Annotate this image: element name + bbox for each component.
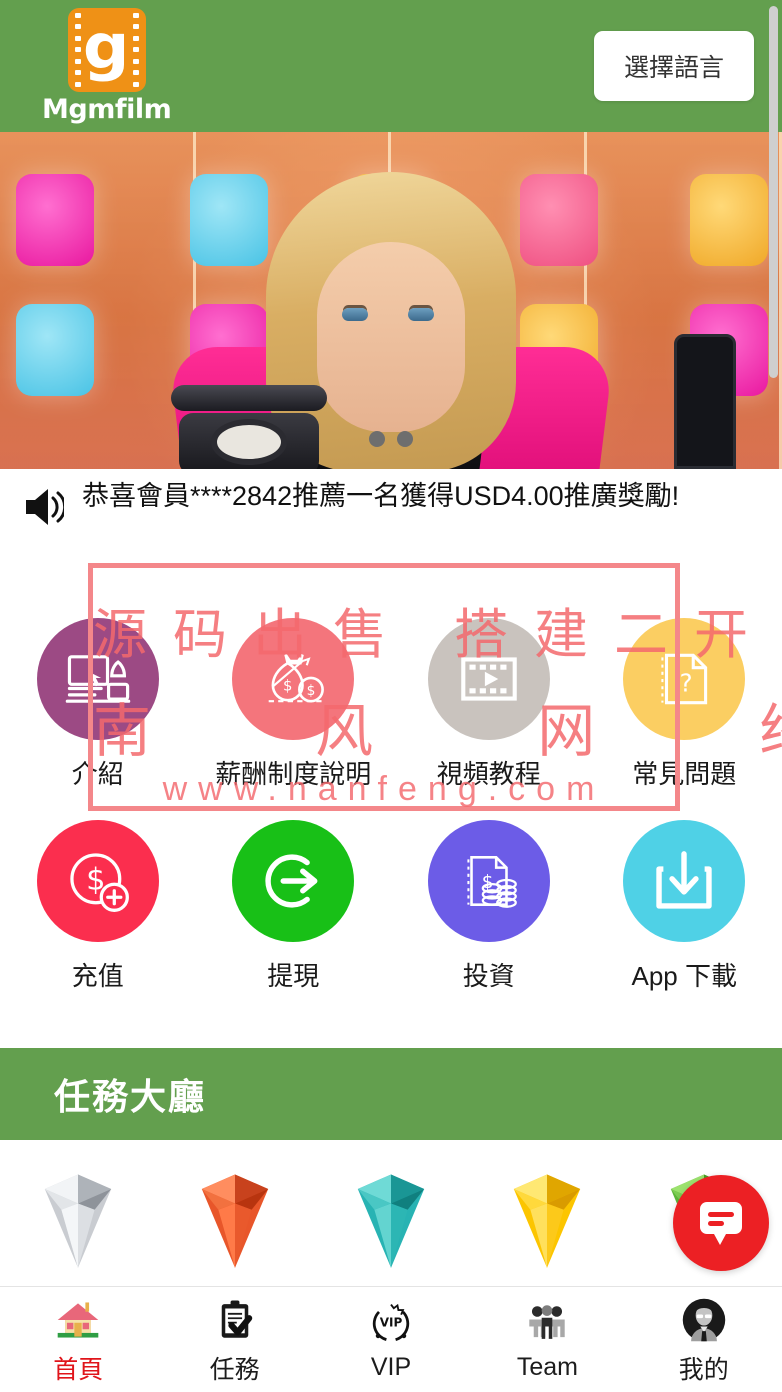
bottom-navigation: 首頁 任務 VIP VIP Team 我的 [0,1286,782,1392]
diamond-orange-item[interactable] [156,1162,312,1274]
banner-person-eye [342,308,368,321]
chat-support-button[interactable] [673,1175,769,1271]
carousel-dots[interactable] [369,431,413,447]
menu-item-faq[interactable]: ? 常見問題 [587,618,782,791]
nav-label: 任務 [209,1355,260,1384]
monitor-desk-icon [36,618,159,740]
banner-person-face [317,242,465,432]
money-bag-icon: $ $ [232,618,355,740]
task-level-diamond-row [0,1140,782,1295]
app-root: g Mgmfilm 選擇語言 恭喜會員****2842推薦一名獲得USD4.00… [0,0,782,1392]
menu-label: 投資 [462,961,515,991]
app-header: g Mgmfilm 選擇語言 [0,0,782,132]
menu-label: 視頻教程 [436,759,541,789]
menu-item-withdraw[interactable]: 提現 [196,820,392,993]
retro-tv-icon [190,174,268,266]
task-lobby-header: 任務大廳 [0,1048,782,1140]
video-play-icon [427,618,550,740]
retro-tv-icon [16,174,94,266]
invoice-coins-icon: $ [427,820,550,942]
diamond-silver-icon [45,1173,112,1268]
clipboard-check-icon [209,1294,261,1346]
arrow-out-icon [232,820,355,942]
carousel-dot[interactable] [397,431,413,447]
diamond-yellow-item[interactable] [469,1162,625,1274]
svg-text:$: $ [307,683,316,699]
menu-item-salary-system[interactable]: $ $ 薪酬制度說明 [196,618,392,791]
logo-letter: g [83,9,130,83]
nav-item-profile[interactable]: 我的 [626,1294,782,1386]
banner-smartphone-prop [674,334,736,469]
banner-person-eye [408,308,434,321]
menu-item-video-tutorial[interactable]: 視頻教程 [391,618,587,791]
menu-label: 介紹 [71,759,124,789]
diamond-orange-icon [201,1173,268,1268]
announcement-text: 恭喜會員****2842推薦一名獲得USD4.00推廣獎勵! [82,481,680,511]
diamond-silver-item[interactable] [0,1162,156,1274]
announcement-bar: 恭喜會員****2842推薦一名獲得USD4.00推廣獎勵! [0,478,782,530]
quick-menu-row-2: $ 充值 提現 $ 投資 App 下載 [0,820,782,993]
nav-label: 我的 [678,1355,729,1384]
retro-tv-icon [520,174,598,266]
nav-label: Team [516,1353,578,1381]
diamond-teal-icon [357,1173,425,1268]
menu-label: App 下載 [631,961,738,991]
nav-label: 首頁 [53,1355,104,1384]
page-scrollbar[interactable] [769,6,778,378]
dollar-plus-icon: $ [36,820,159,942]
people-icon [521,1297,573,1349]
question-doc-icon: ? [623,618,746,740]
svg-text:VIP: VIP [380,1316,403,1330]
retro-tv-icon [16,304,94,396]
task-lobby-title: 任務大廳 [54,1076,207,1117]
menu-item-app-download[interactable]: App 下載 [587,820,782,993]
nav-item-tasks[interactable]: 任務 [156,1294,312,1386]
banner-rotary-phone-prop [165,383,333,469]
avatar-icon [678,1294,730,1346]
speaker-icon [22,484,67,530]
brand-name: Mgmfilm [42,93,172,125]
chat-bubble-icon [700,1202,742,1245]
menu-label: 薪酬制度說明 [215,759,372,789]
retro-tv-icon [690,174,768,266]
diamond-yellow-icon [514,1173,581,1268]
nav-item-team[interactable]: Team [469,1297,625,1382]
hero-banner-carousel[interactable] [0,132,782,469]
menu-label: 常見問題 [632,759,737,789]
vip-wreath-icon: VIP [365,1297,417,1349]
menu-item-recharge[interactable]: $ 充值 [0,820,196,993]
brand-logo: g Mgmfilm [42,7,172,125]
svg-text:?: ? [680,668,693,697]
menu-label: 提現 [267,961,320,991]
carousel-dot[interactable] [369,431,385,447]
nav-item-vip[interactable]: VIP VIP [313,1297,469,1382]
filmstrip-logo-icon: g [67,7,146,92]
menu-item-intro[interactable]: 介紹 [0,618,196,791]
nav-label: VIP [370,1353,412,1381]
nav-item-home[interactable]: 首頁 [0,1294,156,1386]
menu-item-invest[interactable]: $ 投資 [391,820,587,993]
language-select-button[interactable]: 選擇語言 [593,31,754,101]
svg-text:$: $ [283,678,292,695]
quick-menu-row-1: 介紹 $ $ 薪酬制度說明 視頻教程 ? 常見問題 [0,618,782,791]
diamond-teal-item[interactable] [313,1162,469,1274]
menu-label: 充值 [71,961,124,991]
home-icon [52,1294,104,1346]
download-icon [623,820,746,942]
